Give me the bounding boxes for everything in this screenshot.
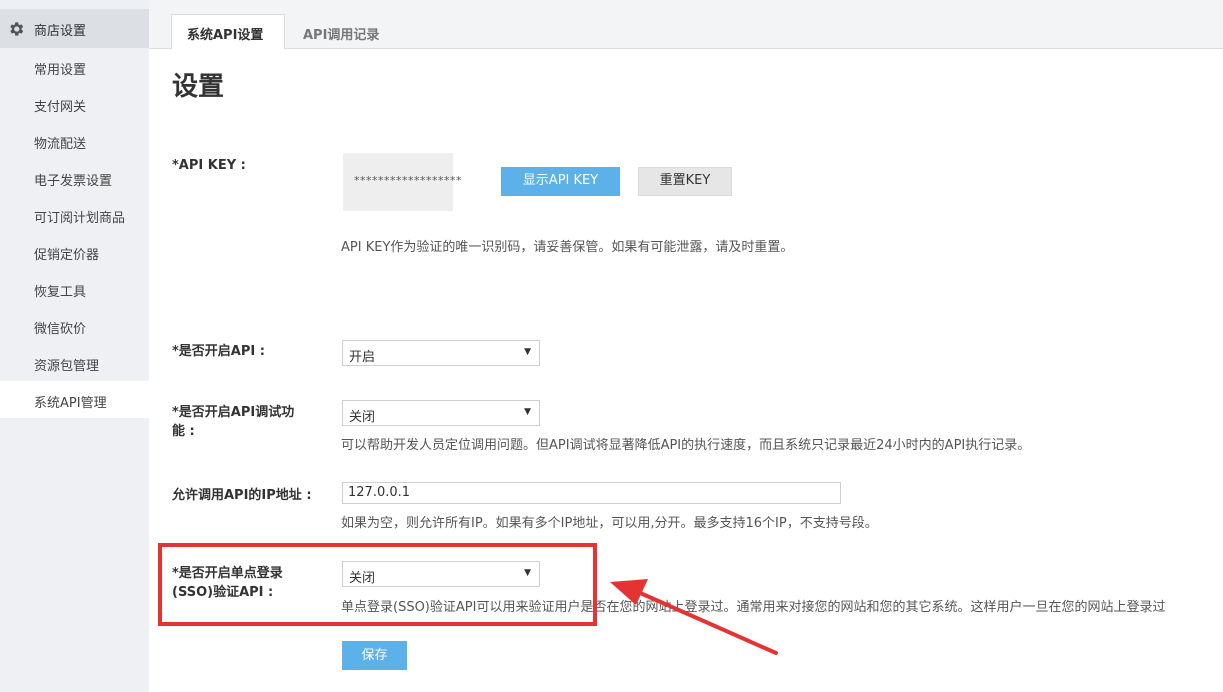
sidebar-item-shipping[interactable]: 物流配送 bbox=[0, 122, 149, 159]
tab-label: API调用记录 bbox=[303, 28, 380, 43]
sidebar-item-label: 资源包管理 bbox=[34, 359, 100, 374]
sidebar-item-promo-pricer[interactable]: 促销定价器 bbox=[0, 233, 149, 270]
show-api-key-button[interactable]: 显示API KEY bbox=[501, 167, 620, 196]
sidebar: 商店设置 常用设置 支付网关 物流配送 电子发票设置 可订阅计划商品 促销定价器… bbox=[0, 0, 149, 692]
sidebar-item-label: 系统API管理 bbox=[34, 396, 107, 411]
gear-icon bbox=[10, 22, 24, 36]
sidebar-item-resource-packs[interactable]: 资源包管理 bbox=[0, 344, 149, 381]
enable-api-label: *是否开启API : bbox=[172, 344, 265, 359]
tab-bar: 系统API设置 API调用记录 bbox=[149, 0, 1223, 50]
sidebar-item-label: 促销定价器 bbox=[34, 248, 100, 263]
debug-api-select[interactable]: 关闭 ▼ bbox=[342, 400, 540, 426]
sidebar-item-label: 可订阅计划商品 bbox=[34, 211, 126, 226]
sidebar-item-payment-gateway[interactable]: 支付网关 bbox=[0, 85, 149, 122]
sidebar-item-label: 恢复工具 bbox=[34, 285, 87, 300]
sidebar-item-subscription-products[interactable]: 可订阅计划商品 bbox=[0, 196, 149, 233]
api-key-masked-value: ****************** bbox=[354, 174, 462, 187]
ip-whitelist-label: 允许调用API的IP地址 : bbox=[172, 488, 312, 503]
ip-whitelist-value: 127.0.0.1 bbox=[348, 485, 411, 500]
api-key-help-text: API KEY作为验证的唯一识别码，请妥善保管。如果有可能泄露，请及时重置。 bbox=[341, 240, 794, 255]
dropdown-arrow-icon: ▼ bbox=[524, 407, 531, 417]
sidebar-item-label: 支付网关 bbox=[34, 100, 87, 115]
sidebar-item-recovery-tools[interactable]: 恢复工具 bbox=[0, 270, 149, 307]
save-button[interactable]: 保存 bbox=[342, 641, 407, 670]
ip-whitelist-help-text: 如果为空，则允许所有IP。如果有多个IP地址，可以用,分开。最多支持16个IP，… bbox=[341, 516, 878, 531]
sidebar-item-label: 常用设置 bbox=[34, 63, 87, 78]
enable-api-selected-value: 开启 bbox=[349, 350, 376, 365]
debug-api-selected-value: 关闭 bbox=[349, 410, 376, 425]
debug-api-label-line2: 能 : bbox=[172, 424, 195, 439]
enable-api-select[interactable]: 开启 ▼ bbox=[342, 340, 540, 366]
debug-api-label-line1: *是否开启API调试功 bbox=[172, 405, 295, 420]
sidebar-item-e-invoice[interactable]: 电子发票设置 bbox=[0, 159, 149, 196]
reset-key-button[interactable]: 重置KEY bbox=[638, 167, 732, 196]
sidebar-item-wechat-bargain[interactable]: 微信砍价 bbox=[0, 307, 149, 344]
sidebar-item-label: 物流配送 bbox=[34, 137, 87, 152]
sidebar-header-label: 商店设置 bbox=[34, 24, 87, 39]
debug-api-help-text: 可以帮助开发人员定位调用问题。但API调试将显著降低API的执行速度，而且系统只… bbox=[341, 438, 1031, 453]
tab-api-call-log[interactable]: API调用记录 bbox=[303, 14, 403, 48]
sidebar-item-system-api[interactable]: 系统API管理 bbox=[0, 381, 149, 418]
page-title: 设置 bbox=[172, 72, 225, 102]
annotation-highlight-box bbox=[158, 543, 597, 626]
debug-api-label: *是否开启API调试功 能 : bbox=[172, 403, 294, 441]
ip-whitelist-input[interactable]: 127.0.0.1 bbox=[342, 482, 841, 504]
annotation-arrow-icon bbox=[610, 579, 778, 655]
sidebar-item-label: 微信砍价 bbox=[34, 322, 87, 337]
dropdown-arrow-icon: ▼ bbox=[524, 347, 531, 357]
sidebar-item-common-settings[interactable]: 常用设置 bbox=[0, 48, 149, 85]
tab-label: 系统API设置 bbox=[187, 28, 264, 43]
api-key-display: ****************** bbox=[343, 153, 462, 211]
sidebar-header-store-settings[interactable]: 商店设置 bbox=[0, 9, 149, 48]
api-key-label: *API KEY : bbox=[172, 158, 246, 173]
sidebar-item-label: 电子发票设置 bbox=[34, 174, 113, 189]
tab-system-api-settings[interactable]: 系统API设置 bbox=[171, 14, 285, 50]
